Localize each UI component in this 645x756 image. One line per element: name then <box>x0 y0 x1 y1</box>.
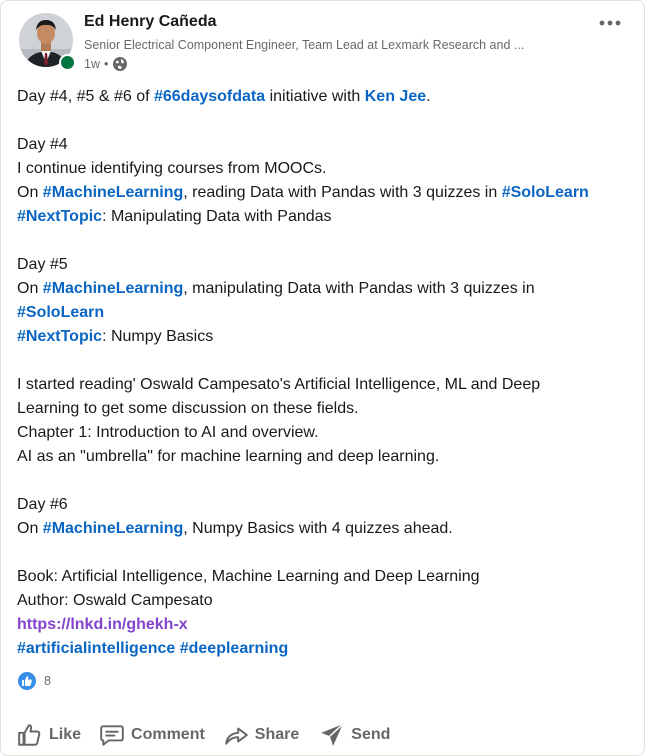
post-text: Chapter 1: Introduction to AI and overvi… <box>17 424 319 441</box>
post-text: Day #6 <box>17 496 68 513</box>
post-text: Day #4 <box>17 136 68 153</box>
post-text: : Manipulating Data with Pandas <box>102 208 332 225</box>
author-name[interactable]: Ed Henry Cañeda <box>84 13 216 31</box>
post-text-line: Book: Artificial Intelligence, Machine L… <box>17 565 627 589</box>
send-label: Send <box>351 726 391 743</box>
post-text-line: Day #4 <box>17 133 627 157</box>
online-status-dot <box>59 54 76 71</box>
post-text-line: Day #6 <box>17 493 627 517</box>
share-label: Share <box>254 726 300 743</box>
post-text: , Numpy Basics with 4 quizzes ahead. <box>183 520 453 537</box>
comment-button[interactable]: Comment <box>99 715 205 755</box>
send-icon <box>321 723 344 746</box>
author-headline: Senior Electrical Component Engineer, Te… <box>84 38 525 52</box>
post-text: , reading Data with Pandas with 3 quizze… <box>183 184 502 201</box>
more-options-icon[interactable] <box>594 11 626 35</box>
post-actions-bar: Like Comment Share Send <box>1 715 645 755</box>
post-header: Ed Henry Cañeda Senior Electrical Compon… <box>1 1 644 79</box>
meta-separator: • <box>103 57 109 71</box>
post-text-line: Day #4, #5 & #6 of #66daysofdata initiat… <box>17 85 627 109</box>
post-text: initiative with <box>265 88 365 105</box>
reactions-summary[interactable]: 8 <box>18 670 51 692</box>
post-text-line: AI as an "umbrella" for machine learning… <box>17 445 627 469</box>
post-timestamp[interactable]: 1w <box>84 57 100 71</box>
hashtag-link[interactable]: #artificialintelligence <box>17 640 175 657</box>
share-arrow-icon <box>225 727 248 745</box>
hashtag-link[interactable]: #NextTopic <box>17 208 102 225</box>
post-meta: 1w • <box>84 56 128 72</box>
post-text-line: On #MachineLearning, manipulating Data w… <box>17 277 627 301</box>
send-button[interactable]: Send <box>319 715 390 755</box>
hashtag-link[interactable]: #MachineLearning <box>43 280 183 297</box>
post-text-line: Author: Oswald Campesato <box>17 589 627 613</box>
post-text: I continue identifying courses from MOOC… <box>17 160 327 177</box>
post-text: On <box>17 520 43 537</box>
globe-icon <box>112 56 128 72</box>
hashtag-link[interactable]: #MachineLearning <box>43 520 183 537</box>
post-text: Day #5 <box>17 256 68 273</box>
reactions-count: 8 <box>44 674 51 688</box>
comment-icon <box>100 725 124 746</box>
post-text-line: I started reading' Oswald Campesato's Ar… <box>17 373 627 397</box>
hashtag-link[interactable]: #MachineLearning <box>43 184 183 201</box>
post-text: Book: Artificial Intelligence, Machine L… <box>17 568 480 585</box>
share-button[interactable]: Share <box>223 715 299 755</box>
post-text-line: On #MachineLearning, Numpy Basics with 4… <box>17 517 627 541</box>
post-text: : Numpy Basics <box>102 328 214 345</box>
post-text: AI as an "umbrella" for machine learning… <box>17 448 440 465</box>
hashtag-link[interactable]: #66daysofdata <box>154 88 265 105</box>
post-text-line: #NextTopic: Numpy Basics <box>17 325 627 349</box>
hashtag-link[interactable]: #NextTopic <box>17 328 102 345</box>
post-text-line: #SoloLearn <box>17 301 627 325</box>
post-text: , manipulating Data with Pandas with 3 q… <box>183 280 535 297</box>
post-text: . <box>426 88 431 105</box>
post-text-line: #NextTopic: Manipulating Data with Panda… <box>17 205 627 229</box>
post-card: Ed Henry Cañeda Senior Electrical Compon… <box>0 0 645 756</box>
mention-link[interactable]: Ken Jee <box>365 88 426 105</box>
post-text-line: #artificialintelligence #deeplearning <box>17 637 627 661</box>
post-text-line: On #MachineLearning, reading Data with P… <box>17 181 627 205</box>
post-text-line: Chapter 1: Introduction to AI and overvi… <box>17 421 627 445</box>
hashtag-link[interactable]: #SoloLearn <box>17 304 104 321</box>
post-text-line: Day #5 <box>17 253 627 277</box>
post-text: On <box>17 280 43 297</box>
thumbs-up-icon <box>18 724 41 746</box>
comment-label: Comment <box>131 726 205 743</box>
post-text: Author: Oswald Campesato <box>17 592 213 609</box>
post-text-line: https://lnkd.in/ghekh-x <box>17 613 627 637</box>
post-text: Learning to get some discussion on these… <box>17 400 359 417</box>
url-link[interactable]: https://lnkd.in/ghekh-x <box>17 616 188 633</box>
post-text-line: Learning to get some discussion on these… <box>17 397 627 421</box>
like-label: Like <box>49 726 82 743</box>
post-text: Day #4, #5 & #6 of <box>17 88 154 105</box>
hashtag-link[interactable]: #SoloLearn <box>502 184 589 201</box>
post-text-line: I continue identifying courses from MOOC… <box>17 157 627 181</box>
post-body: Day #4, #5 & #6 of #66daysofdata initiat… <box>17 85 627 661</box>
post-text: I started reading' Oswald Campesato's Ar… <box>17 376 541 393</box>
like-reaction-icon <box>18 672 36 690</box>
hashtag-link[interactable]: #deeplearning <box>180 640 288 657</box>
like-button[interactable]: Like <box>17 715 81 755</box>
post-text: On <box>17 184 43 201</box>
